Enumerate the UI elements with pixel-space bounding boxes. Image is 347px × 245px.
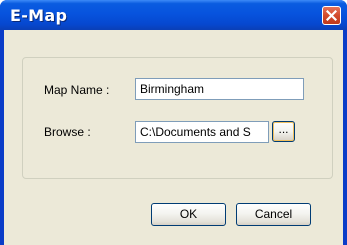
browse-button[interactable]: ... [272, 121, 295, 142]
close-icon [326, 10, 337, 21]
browse-path-input[interactable]: C:\Documents and S [135, 121, 269, 143]
map-name-label: Map Name : [44, 83, 110, 97]
ok-button[interactable]: OK [151, 203, 226, 226]
title-bar[interactable]: E-Map [0, 0, 347, 30]
map-name-input[interactable]: Birmingham [135, 78, 304, 100]
emap-dialog: E-Map Map Name : Birmingham Browse : C:\… [0, 0, 347, 245]
close-button[interactable] [322, 6, 341, 25]
dialog-body: Map Name : Birmingham Browse : C:\Docume… [4, 30, 343, 245]
window-title: E-Map [10, 6, 68, 25]
cancel-button[interactable]: Cancel [236, 203, 311, 226]
browse-label: Browse : [44, 125, 91, 139]
map-settings-group [22, 57, 333, 179]
